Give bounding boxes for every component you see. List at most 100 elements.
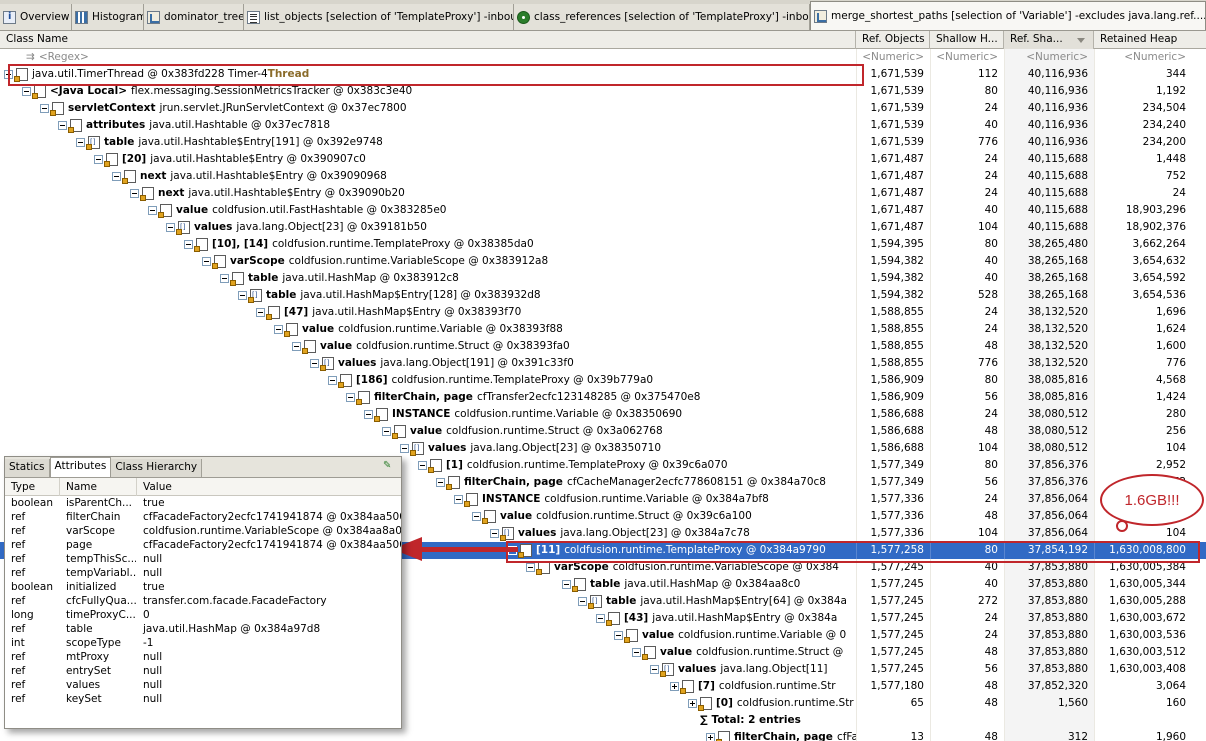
table-row[interactable]: filterChain, page cfTransfer2ecfc12314828… <box>0 389 1206 406</box>
attribute-row[interactable]: ref tempThisSc... null <box>5 552 401 566</box>
table-row[interactable]: [47] java.util.HashMap$Entry @ 0x38393f70… <box>0 304 1206 321</box>
table-row[interactable]: filterChain, pagecfFacadeFactory2ecfc174… <box>0 729 1206 741</box>
collapse-icon[interactable] <box>148 206 157 215</box>
column-retained-heap[interactable]: Retained Heap <box>1094 31 1206 49</box>
attribute-row[interactable]: boolean isParentCh... true <box>5 496 401 510</box>
collapse-icon[interactable] <box>454 495 463 504</box>
tab-0[interactable]: Overview <box>0 4 72 30</box>
collapse-icon[interactable] <box>382 427 391 436</box>
attribute-row[interactable]: ref filterChain cfFacadeFactory2ecfc174194… <box>5 510 401 524</box>
tab-3[interactable]: list_objects [selection of 'TemplateProx… <box>244 4 514 30</box>
collapse-icon[interactable] <box>578 597 587 606</box>
collapse-icon[interactable] <box>328 376 337 385</box>
tab-2[interactable]: dominator_tree <box>144 4 244 30</box>
tab-class-hierarchy[interactable]: Class Hierarchy <box>111 459 203 477</box>
numeric-filter-ref-shallow[interactable]: <Numeric> <box>1004 49 1094 66</box>
table-row[interactable]: valuesjava.lang.Object[23] @ 0x38350710 1… <box>0 440 1206 457</box>
attribute-row[interactable]: boolean initialized true <box>5 580 401 594</box>
collapse-icon[interactable] <box>346 393 355 402</box>
collapse-icon[interactable] <box>310 359 319 368</box>
table-row[interactable]: varScope coldfusion.runtime.VariableScope… <box>0 253 1206 270</box>
table-row[interactable]: value coldfusion.runtime.Variable @ 0x383… <box>0 321 1206 338</box>
attribute-row[interactable]: ref table java.util.HashMap @ 0x384a97d8 <box>5 622 401 636</box>
tab-4[interactable]: class_references [selection of 'Template… <box>514 4 810 30</box>
collapse-icon[interactable] <box>418 461 427 470</box>
attribute-row[interactable]: ref entrySet null <box>5 664 401 678</box>
numeric-filter-retained[interactable]: <Numeric> <box>1094 49 1192 66</box>
regex-filter-input[interactable]: <Regex> <box>39 49 89 66</box>
table-row[interactable]: java.util.TimerThread @ 0x383fd228 Timer… <box>0 66 1206 83</box>
table-row[interactable]: INSTANCE coldfusion.runtime.Variable @ 0x… <box>0 406 1206 423</box>
tab-1[interactable]: Histogram <box>72 4 144 30</box>
table-row[interactable]: value coldfusion.util.FastHashtable @ 0x3… <box>0 202 1206 219</box>
collapse-icon[interactable] <box>220 274 229 283</box>
attribute-row[interactable]: long timeProxyC... 0 <box>5 608 401 622</box>
collapse-icon[interactable] <box>562 580 571 589</box>
attribute-row[interactable]: int scopeType -1 <box>5 636 401 650</box>
attr-col-type[interactable]: Type <box>5 478 60 496</box>
numeric-filter-ref-objects[interactable]: <Numeric> <box>856 49 930 66</box>
collapse-icon[interactable] <box>400 444 409 453</box>
expand-icon[interactable] <box>670 682 679 691</box>
numeric-filter-shallow[interactable]: <Numeric> <box>930 49 1004 66</box>
pin-icon[interactable]: ✎ <box>383 461 393 471</box>
attribute-row[interactable]: ref values null <box>5 678 401 692</box>
attribute-row[interactable]: ref tempVariabl... null <box>5 566 401 580</box>
collapse-icon[interactable] <box>436 478 445 487</box>
table-row[interactable]: [10], [14] coldfusion.runtime.TemplatePro… <box>0 236 1206 253</box>
collapse-icon[interactable] <box>184 240 193 249</box>
attribute-row[interactable]: ref varScope coldfusion.runtime.VariableSc… <box>5 524 401 538</box>
table-row[interactable]: servletContext jrun.servlet.JRunServletCo… <box>0 100 1206 117</box>
collapse-icon[interactable] <box>526 563 535 572</box>
attribute-row[interactable]: ref page cfFacadeFactory2ecfc1741941874 @ … <box>5 538 401 552</box>
table-row[interactable]: value coldfusion.runtime.Struct @ 0x38393… <box>0 338 1206 355</box>
collapse-icon[interactable] <box>632 648 641 657</box>
collapse-icon[interactable] <box>614 631 623 640</box>
collapse-icon[interactable] <box>274 325 283 334</box>
collapse-icon[interactable] <box>256 308 265 317</box>
collapse-icon[interactable] <box>112 172 121 181</box>
collapse-icon[interactable] <box>650 665 659 674</box>
collapse-icon[interactable] <box>202 257 211 266</box>
table-row[interactable]: tablejava.util.HashMap$Entry[128] @ 0x38… <box>0 287 1206 304</box>
attribute-row[interactable]: ref cfcFullyQua... transfer.com.facade.Fac… <box>5 594 401 608</box>
tab-statics[interactable]: Statics <box>5 459 50 477</box>
collapse-icon[interactable] <box>364 410 373 419</box>
table-row[interactable]: table java.util.HashMap @ 0x383912c8 1,594… <box>0 270 1206 287</box>
tab-attributes[interactable]: Attributes <box>49 457 112 477</box>
collapse-icon[interactable] <box>94 155 103 164</box>
table-row[interactable]: attributes java.util.Hashtable @ 0x37ec78… <box>0 117 1206 134</box>
collapse-icon[interactable] <box>596 614 605 623</box>
collapse-icon[interactable] <box>292 342 301 351</box>
collapse-icon[interactable] <box>40 104 49 113</box>
table-row[interactable]: <Java Local> flex.messaging.SessionMetric… <box>0 83 1206 100</box>
collapse-icon[interactable] <box>58 121 67 130</box>
collapse-icon[interactable] <box>4 70 13 79</box>
table-row[interactable]: next java.util.Hashtable$Entry @ 0x39090b… <box>0 185 1206 202</box>
tab-5[interactable]: merge_shortest_paths [selection of 'Vari… <box>810 1 1206 30</box>
collapse-icon[interactable] <box>490 529 499 538</box>
attr-col-value[interactable]: Value <box>137 478 401 496</box>
table-row[interactable]: valuesjava.lang.Object[191] @ 0x391c33f0… <box>0 355 1206 372</box>
table-row[interactable]: next java.util.Hashtable$Entry @ 0x390909… <box>0 168 1206 185</box>
attribute-row[interactable]: ref mtProxy null <box>5 650 401 664</box>
attribute-row[interactable]: ref keySet null <box>5 692 401 706</box>
collapse-icon[interactable] <box>76 138 85 147</box>
collapse-icon[interactable] <box>22 87 31 96</box>
table-row[interactable]: value coldfusion.runtime.Struct @ 0x3a062… <box>0 423 1206 440</box>
column-ref-objects[interactable]: Ref. Objects <box>856 31 930 49</box>
column-class-name[interactable]: Class Name <box>0 31 856 49</box>
collapse-icon[interactable] <box>238 291 247 300</box>
collapse-icon[interactable] <box>472 512 481 521</box>
table-row[interactable]: [186] coldfusion.runtime.TemplateProxy @ … <box>0 372 1206 389</box>
table-row[interactable]: valuesjava.lang.Object[23] @ 0x39181b50 1… <box>0 219 1206 236</box>
expand-icon[interactable] <box>688 699 697 708</box>
expand-icon[interactable] <box>706 733 715 741</box>
table-row[interactable]: tablejava.util.Hashtable$Entry[191] @ 0x… <box>0 134 1206 151</box>
table-row[interactable]: [20] java.util.Hashtable$Entry @ 0x390907… <box>0 151 1206 168</box>
filter-regex-cell[interactable]: ⇉ <Regex> <box>26 49 89 66</box>
column-ref-shallow-heap[interactable]: Ref. Sha... <box>1004 31 1094 49</box>
collapse-icon[interactable] <box>166 223 175 232</box>
collapse-icon[interactable] <box>130 189 139 198</box>
column-shallow-heap[interactable]: Shallow H... <box>930 31 1004 49</box>
